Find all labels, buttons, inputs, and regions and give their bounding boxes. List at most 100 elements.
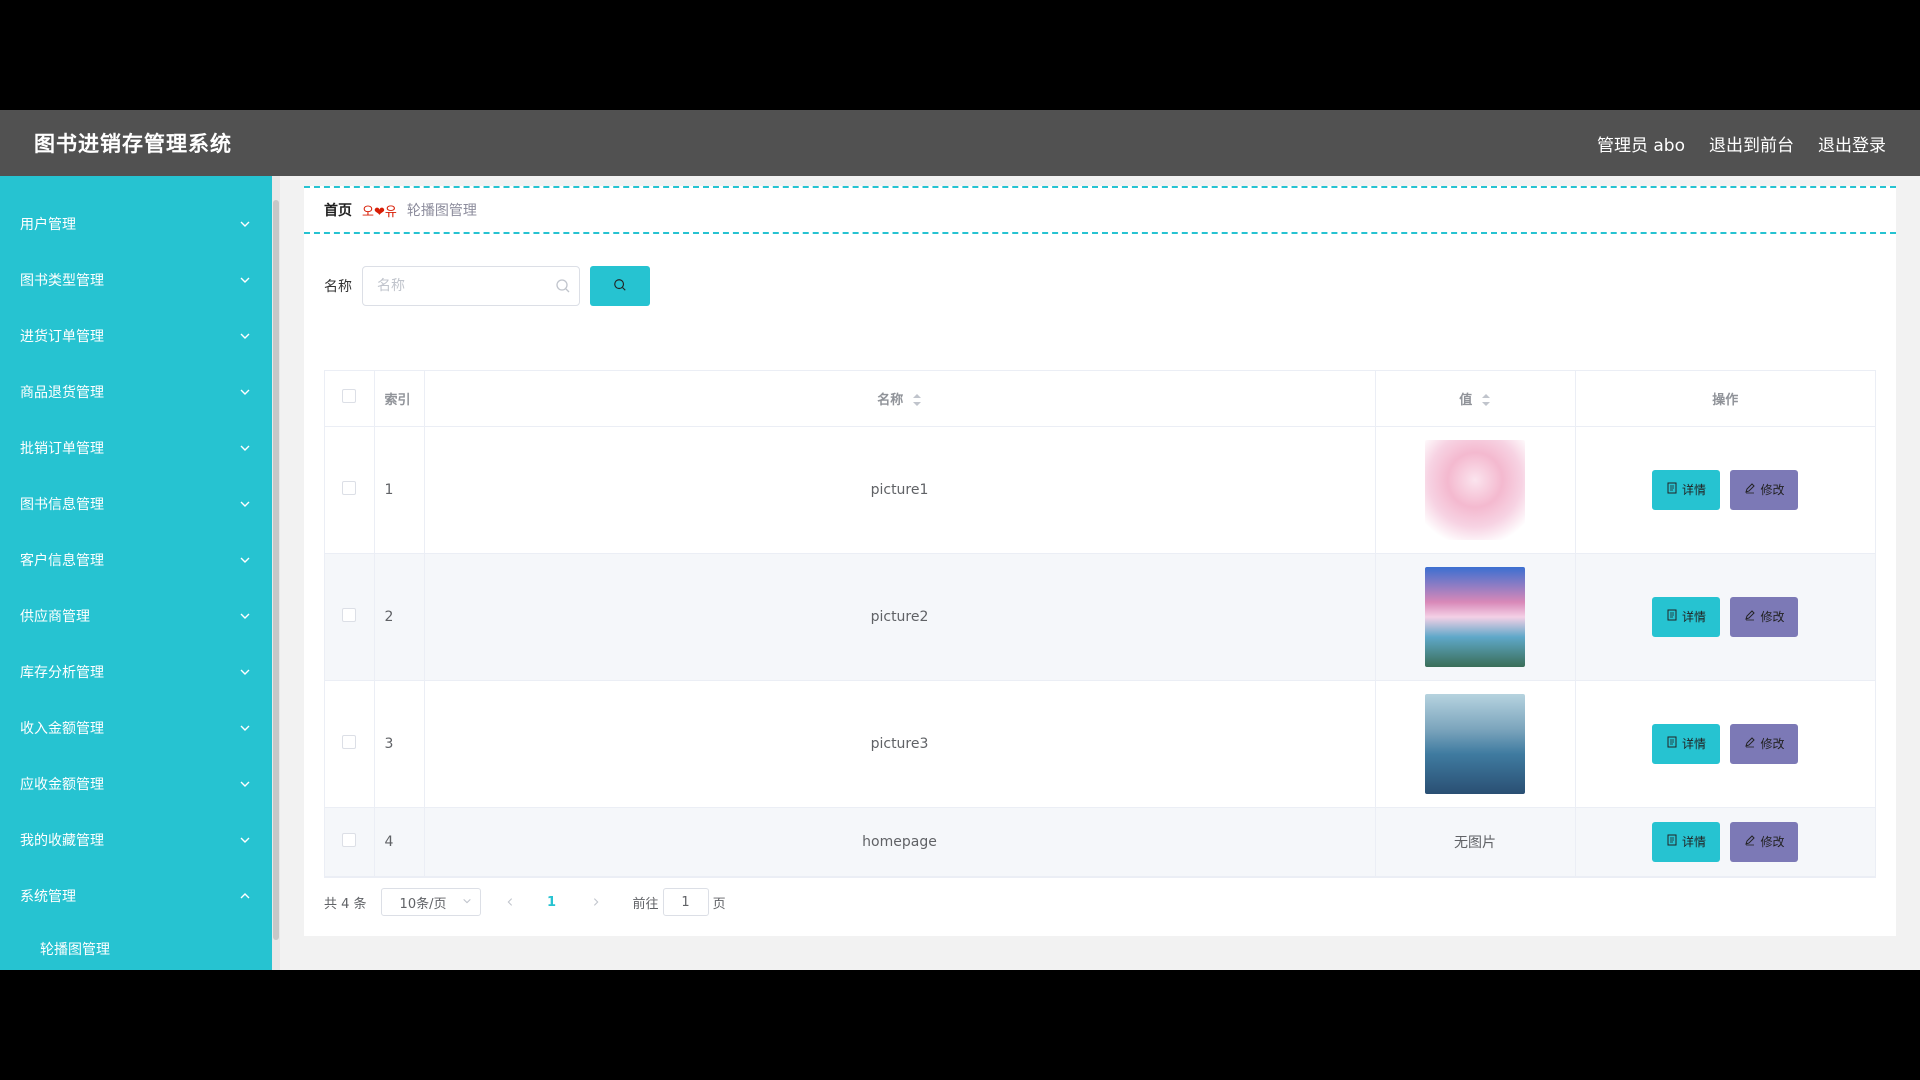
sidebar-item-label: 应收金额管理 bbox=[20, 777, 104, 793]
chevron-left-icon bbox=[507, 898, 512, 906]
search-input[interactable] bbox=[363, 267, 579, 305]
sidebar-item-user-management[interactable]: 用户管理 bbox=[0, 196, 272, 252]
sidebar-item-favorites-management[interactable]: 我的收藏管理 bbox=[0, 812, 272, 868]
edit-button[interactable]: 修改 bbox=[1730, 723, 1799, 764]
sidebar-item-wholesale-order-management[interactable]: 批销订单管理 bbox=[0, 420, 272, 476]
carousel-thumbnail-image bbox=[1425, 566, 1525, 667]
chevron-right-icon bbox=[593, 898, 598, 906]
carousel-thumbnail-image bbox=[1425, 693, 1525, 794]
sidebar-scrollbar-thumb[interactable] bbox=[273, 200, 279, 940]
chevron-down-icon bbox=[238, 553, 252, 567]
row-checkbox-cell bbox=[325, 426, 375, 554]
carousel-thumbnail-image bbox=[1425, 439, 1525, 540]
row-checkbox[interactable] bbox=[342, 734, 357, 749]
detail-button[interactable]: 详情 bbox=[1652, 469, 1721, 510]
row-checkbox-cell bbox=[325, 553, 375, 681]
edit-button[interactable]: 修改 bbox=[1730, 469, 1799, 510]
chevron-down-icon bbox=[238, 329, 252, 343]
chevron-down-icon bbox=[238, 777, 252, 791]
sort-icon[interactable] bbox=[912, 393, 922, 407]
detail-button-label: 详情 bbox=[1682, 610, 1707, 624]
document-icon bbox=[1666, 834, 1678, 849]
header-index: 索引 bbox=[374, 371, 425, 427]
page-size-select[interactable]: 10条/页 bbox=[380, 888, 481, 916]
row-value bbox=[1375, 553, 1576, 681]
edit-button[interactable]: 修改 bbox=[1730, 821, 1799, 862]
detail-button[interactable]: 详情 bbox=[1652, 596, 1721, 637]
edit-button-label: 修改 bbox=[1760, 835, 1785, 849]
sidebar-item-label: 库存分析管理 bbox=[20, 665, 104, 681]
sidebar-item-income-management[interactable]: 收入金额管理 bbox=[0, 700, 272, 756]
document-icon bbox=[1666, 482, 1678, 497]
row-ops: 详情 修改 bbox=[1575, 553, 1875, 681]
row-name: homepage bbox=[424, 807, 1376, 877]
sort-icon[interactable] bbox=[1481, 393, 1491, 407]
row-checkbox[interactable] bbox=[342, 832, 357, 847]
chevron-down-icon bbox=[238, 665, 252, 679]
table-row: 4 homepage 无图片 详情 修改 bbox=[325, 807, 1875, 877]
chevron-down-icon bbox=[238, 441, 252, 455]
document-icon bbox=[1666, 609, 1678, 624]
sidebar-item-system-management[interactable]: 系统管理 bbox=[0, 868, 272, 924]
header-checkbox-cell bbox=[325, 371, 375, 427]
header-name-label: 名称 bbox=[877, 392, 904, 408]
sidebar-item-label: 图书信息管理 bbox=[20, 497, 104, 513]
app-window: 图书进销存管理系统 管理员 abo 退出到前台 退出登录 用户管理 图书类型管理… bbox=[0, 110, 1920, 970]
edit-button-label: 修改 bbox=[1760, 483, 1785, 497]
row-name: picture3 bbox=[424, 680, 1376, 808]
breadcrumb-home[interactable]: 首页 bbox=[324, 200, 352, 220]
page-number-current[interactable]: 1 bbox=[537, 895, 567, 910]
prev-page-button[interactable] bbox=[495, 888, 525, 916]
header-value-label: 值 bbox=[1459, 392, 1473, 408]
sidebar-item-supplier-management[interactable]: 供应商管理 bbox=[0, 588, 272, 644]
row-index: 4 bbox=[374, 807, 425, 877]
chevron-down-icon bbox=[462, 895, 472, 910]
table-row: 3 picture3 详情 修改 bbox=[325, 680, 1875, 808]
exit-to-front-link[interactable]: 退出到前台 bbox=[1709, 131, 1794, 156]
sidebar-item-return-management[interactable]: 商品退货管理 bbox=[0, 364, 272, 420]
edit-button[interactable]: 修改 bbox=[1730, 596, 1799, 637]
detail-button[interactable]: 详情 bbox=[1652, 821, 1721, 862]
logout-link[interactable]: 退出登录 bbox=[1818, 131, 1886, 156]
table-row: 1 picture1 详情 修改 bbox=[325, 426, 1875, 554]
top-links: 管理员 abo 退出到前台 退出登录 bbox=[1597, 131, 1886, 156]
row-checkbox-cell bbox=[325, 807, 375, 877]
chevron-up-icon bbox=[238, 889, 252, 903]
sidebar-item-customer-info-management[interactable]: 客户信息管理 bbox=[0, 532, 272, 588]
chevron-down-icon bbox=[238, 273, 252, 287]
sidebar-item-receivables-management[interactable]: 应收金额管理 bbox=[0, 756, 272, 812]
sidebar-item-label: 商品退货管理 bbox=[20, 385, 104, 401]
sidebar-item-label: 图书类型管理 bbox=[20, 273, 104, 289]
row-index: 1 bbox=[374, 426, 425, 554]
detail-button[interactable]: 详情 bbox=[1652, 723, 1721, 764]
edit-button-label: 修改 bbox=[1760, 737, 1785, 751]
search-button[interactable] bbox=[590, 266, 650, 306]
chevron-down-icon bbox=[238, 217, 252, 231]
sidebar-item-label: 进货订单管理 bbox=[20, 329, 104, 345]
sidebar-item-purchase-order-management[interactable]: 进货订单管理 bbox=[0, 308, 272, 364]
page-jump-input[interactable] bbox=[662, 888, 709, 916]
chevron-down-icon bbox=[238, 833, 252, 847]
sidebar-item-book-info-management[interactable]: 图书信息管理 bbox=[0, 476, 272, 532]
top-bar: 图书进销存管理系统 管理员 abo 退出到前台 退出登录 bbox=[0, 110, 1920, 176]
sidebar-subitem-carousel-management[interactable]: 轮播图管理 bbox=[0, 924, 272, 970]
next-page-button[interactable] bbox=[581, 888, 611, 916]
edit-icon bbox=[1744, 482, 1756, 497]
search-row: 名称 bbox=[324, 266, 650, 306]
row-name: picture1 bbox=[424, 426, 1376, 554]
chevron-down-icon bbox=[238, 609, 252, 623]
select-all-checkbox[interactable] bbox=[342, 389, 357, 404]
sidebar-item-label: 用户管理 bbox=[20, 217, 76, 233]
search-icon bbox=[555, 278, 571, 294]
row-value: 无图片 bbox=[1375, 807, 1576, 877]
search-label: 名称 bbox=[324, 279, 352, 295]
header-name[interactable]: 名称 bbox=[424, 371, 1376, 427]
sidebar-item-inventory-analysis[interactable]: 库存分析管理 bbox=[0, 644, 272, 700]
row-checkbox[interactable] bbox=[342, 480, 357, 495]
sidebar-item-book-type-management[interactable]: 图书类型管理 bbox=[0, 252, 272, 308]
admin-user-label[interactable]: 管理员 abo bbox=[1597, 131, 1685, 156]
row-checkbox[interactable] bbox=[342, 607, 357, 622]
header-value[interactable]: 值 bbox=[1375, 371, 1576, 427]
app-title: 图书进销存管理系统 bbox=[34, 132, 232, 156]
breadcrumb-separator: 오❤유 bbox=[362, 204, 397, 220]
